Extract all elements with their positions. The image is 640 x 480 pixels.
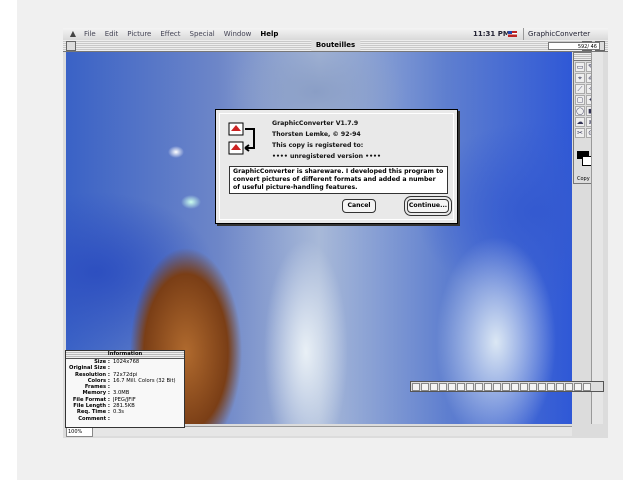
menu-special[interactable]: Special	[190, 28, 215, 40]
palette-copy-label: Copy	[577, 176, 590, 182]
shareware-message: GraphicConverter is shareware. I develop…	[229, 166, 448, 194]
toolbar-button-icon[interactable]	[430, 383, 438, 391]
info-row: Comment :	[66, 416, 184, 422]
cancel-button[interactable]: Cancel	[342, 199, 376, 213]
scissors-tool-icon[interactable]: ✂	[575, 128, 585, 138]
toolbar-button-icon[interactable]	[493, 383, 501, 391]
oval-tool-icon[interactable]: ◯	[575, 106, 585, 116]
screenshot-stage: ▲ File Edit Picture Effect Special Windo…	[17, 0, 623, 480]
info-title[interactable]: Information	[66, 351, 184, 359]
toolbar-button-icon[interactable]	[457, 383, 465, 391]
toolbar-button-icon[interactable]	[547, 383, 555, 391]
rectangle-tool-icon[interactable]: ▢	[575, 95, 585, 105]
toolbar-button-icon[interactable]	[529, 383, 537, 391]
mac-desktop: ▲ File Edit Picture Effect Special Windo…	[63, 28, 608, 438]
menu-effect[interactable]: Effect	[160, 28, 180, 40]
continue-button[interactable]: Continue...	[407, 199, 449, 213]
information-panel: Information Size :1024x768 Original Size…	[65, 350, 185, 428]
menu-edit[interactable]: Edit	[105, 28, 119, 40]
graphicconverter-app-icon	[228, 122, 255, 155]
menu-help[interactable]: Help	[260, 28, 278, 40]
menu-window[interactable]: Window	[224, 28, 252, 40]
toolbar-button-icon[interactable]	[565, 383, 573, 391]
toolbar-button-icon[interactable]	[484, 383, 492, 391]
close-box-icon[interactable]	[66, 41, 76, 51]
menu-clock[interactable]: 11:31 PM	[473, 28, 510, 40]
application-menu[interactable]: GraphicConverter	[523, 28, 590, 40]
info-value	[113, 416, 184, 422]
dialog-registered-label: This copy is registered to:	[272, 142, 364, 149]
toolbar-button-icon[interactable]	[520, 383, 528, 391]
document-window: Bouteilles 592/ 46 ▭ ✎ ⌖ ✐ ⟋ ✧ ▢ ✦ ◯ ◼ ☁…	[63, 40, 608, 438]
line-tool-icon[interactable]: ⟋	[575, 84, 585, 94]
toolbar-button-icon[interactable]	[448, 383, 456, 391]
toolbar-button-icon[interactable]	[583, 383, 591, 391]
toolbar-button-icon[interactable]	[421, 383, 429, 391]
dialog-author: Thorsten Lemke, © 92-94	[272, 131, 361, 138]
toolbar-button-icon[interactable]	[511, 383, 519, 391]
select-tool-icon[interactable]: ▭	[575, 62, 585, 72]
keyboard-flag-icon[interactable]	[508, 31, 517, 37]
lasso-tool-icon[interactable]: ⌖	[575, 73, 585, 83]
toolbar-button-icon[interactable]	[412, 383, 420, 391]
about-dialog: GraphicConverter V1.7.9 Thorsten Lemke, …	[215, 109, 458, 224]
toolbar-button-icon[interactable]	[556, 383, 564, 391]
toolbar-button-icon[interactable]	[574, 383, 582, 391]
window-title: Bouteilles	[310, 40, 361, 51]
toolbar-button-icon[interactable]	[439, 383, 447, 391]
dialog-version: GraphicConverter V1.7.9	[272, 120, 359, 127]
blur-tool-icon[interactable]: ☁	[575, 117, 585, 127]
apple-menu-icon[interactable]: ▲	[68, 28, 78, 40]
toolbar-button-icon[interactable]	[466, 383, 474, 391]
effects-toolbar	[410, 381, 604, 392]
toolbar-button-icon[interactable]	[475, 383, 483, 391]
window-title-bar[interactable]: Bouteilles	[63, 40, 608, 52]
coordinate-readout: 592/ 46	[548, 42, 600, 50]
dialog-registration-status: •••• unregistered version ••••	[272, 153, 381, 160]
menu-file[interactable]: File	[84, 28, 96, 40]
zoom-popup[interactable]: 100%	[66, 427, 93, 437]
toolbar-button-icon[interactable]	[538, 383, 546, 391]
menu-picture[interactable]: Picture	[127, 28, 151, 40]
info-key: Comment :	[78, 415, 110, 422]
vertical-scrollbar[interactable]	[591, 52, 603, 424]
toolbar-button-icon[interactable]	[502, 383, 510, 391]
